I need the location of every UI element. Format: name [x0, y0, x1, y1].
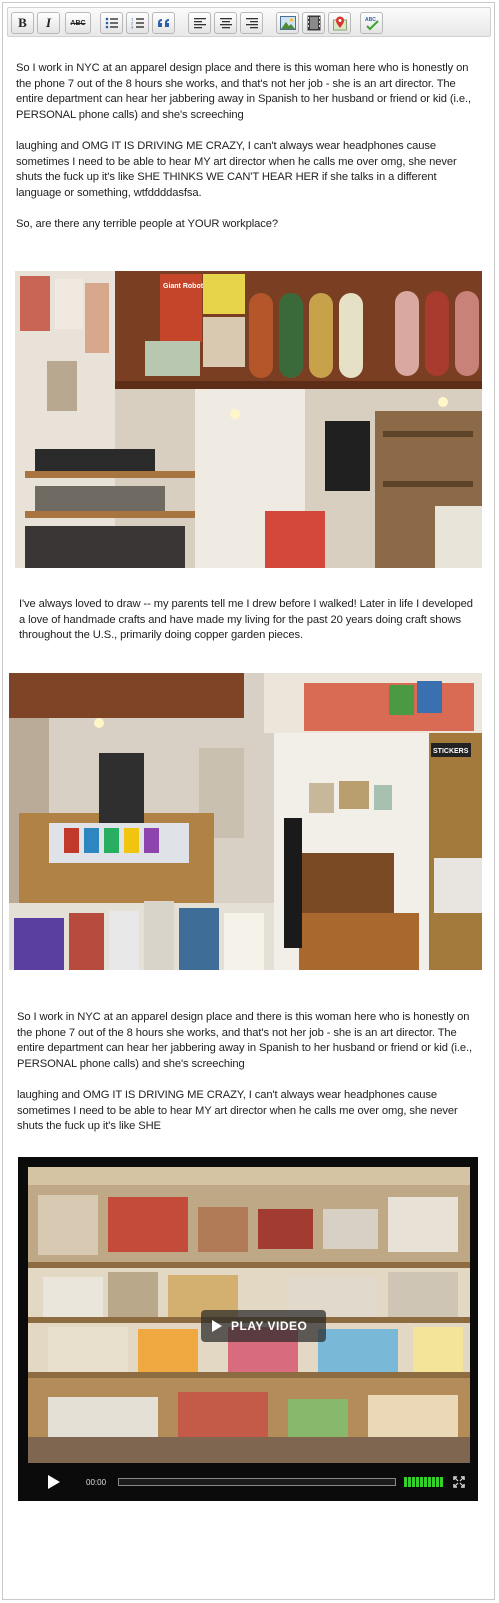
- align-center-button[interactable]: [214, 12, 237, 34]
- insert-map-button[interactable]: [328, 12, 351, 34]
- paragraph-3: So, are there any terrible people at YOU…: [16, 217, 482, 233]
- bulleted-list-icon: [105, 17, 118, 29]
- shop-photo-1-image: Giant Robot: [15, 271, 482, 568]
- fullscreen-icon[interactable]: [453, 1476, 465, 1488]
- play-video-label: PLAY VIDEO: [231, 1319, 308, 1333]
- paragraph-text: laughing and OMG IT IS DRIVING ME CRAZY,…: [17, 1089, 461, 1133]
- image-icon: [279, 16, 296, 30]
- spell-check-button[interactable]: ABC: [360, 12, 383, 34]
- svg-text:ABC: ABC: [365, 17, 376, 23]
- align-left-button[interactable]: [188, 12, 211, 34]
- editor-toolbar: B I ABC 1 2 3 ABC: [7, 7, 491, 37]
- align-right-icon: [245, 18, 258, 29]
- paragraph-text: laughing and OMG IT IS DRIVING ME CRAZY,…: [16, 140, 460, 199]
- paragraph-6: laughing and OMG IT IS DRIVING ME CRAZY,…: [17, 1088, 483, 1135]
- spellcheck-button[interactable]: ABC: [65, 12, 91, 34]
- align-center-icon: [219, 18, 232, 29]
- align-right-button[interactable]: [240, 12, 263, 34]
- svg-text:3: 3: [131, 25, 134, 30]
- insert-video-button[interactable]: [302, 12, 325, 34]
- video-time: 00:00: [86, 1477, 107, 1487]
- shop-photo-2-image: STICKERS: [9, 673, 482, 970]
- film-icon: [307, 15, 320, 31]
- volume-meter[interactable]: [404, 1477, 444, 1487]
- shop-photo-1[interactable]: Giant Robot: [15, 271, 482, 568]
- align-left-icon: [193, 18, 206, 29]
- shop-photo-2[interactable]: STICKERS: [9, 673, 482, 970]
- map-pin-icon: [332, 16, 347, 31]
- numbered-list-icon: 1 2 3: [131, 17, 144, 30]
- paragraph-2: laughing and OMG IT IS DRIVING ME CRAZY,…: [16, 139, 482, 201]
- paragraph-text: So I work in NYC at an apparel design pl…: [17, 1011, 476, 1070]
- bulleted-list-button[interactable]: [100, 12, 123, 34]
- italic-button[interactable]: I: [37, 12, 60, 34]
- video-progress-bar[interactable]: [118, 1478, 397, 1486]
- paragraph-4: I've always loved to draw -- my parents …: [19, 597, 481, 644]
- play-icon: [212, 1320, 222, 1332]
- numbered-list-button[interactable]: 1 2 3: [126, 12, 149, 34]
- paragraph-text: I've always loved to draw -- my parents …: [19, 598, 476, 642]
- video-player[interactable]: PLAY VIDEO 00:00: [18, 1157, 478, 1501]
- sign-text: STICKERS: [433, 748, 469, 755]
- video-controls: 00:00: [28, 1469, 476, 1495]
- rich-text-editor[interactable]: B I ABC 1 2 3 ABC So I work in NYC at an…: [2, 2, 495, 1600]
- insert-image-button[interactable]: [276, 12, 299, 34]
- spellcheck-check-icon: ABC: [365, 17, 379, 31]
- bold-button[interactable]: B: [11, 12, 34, 34]
- paragraph-text: So I work in NYC at an apparel design pl…: [16, 62, 475, 121]
- play-video-button[interactable]: PLAY VIDEO: [201, 1310, 326, 1342]
- quote-icon: [157, 19, 169, 27]
- blockquote-button[interactable]: [152, 12, 175, 34]
- poster-text: Giant Robot: [163, 283, 204, 290]
- paragraph-text: So, are there any terrible people at YOU…: [16, 218, 278, 230]
- bold-icon: B: [18, 15, 27, 30]
- control-play-icon[interactable]: [46, 1474, 62, 1490]
- paragraph-1: So I work in NYC at an apparel design pl…: [16, 61, 482, 123]
- paragraph-5: So I work in NYC at an apparel design pl…: [17, 1010, 483, 1072]
- italic-icon: I: [45, 15, 52, 30]
- strikethrough-abc-icon: ABC: [70, 19, 86, 27]
